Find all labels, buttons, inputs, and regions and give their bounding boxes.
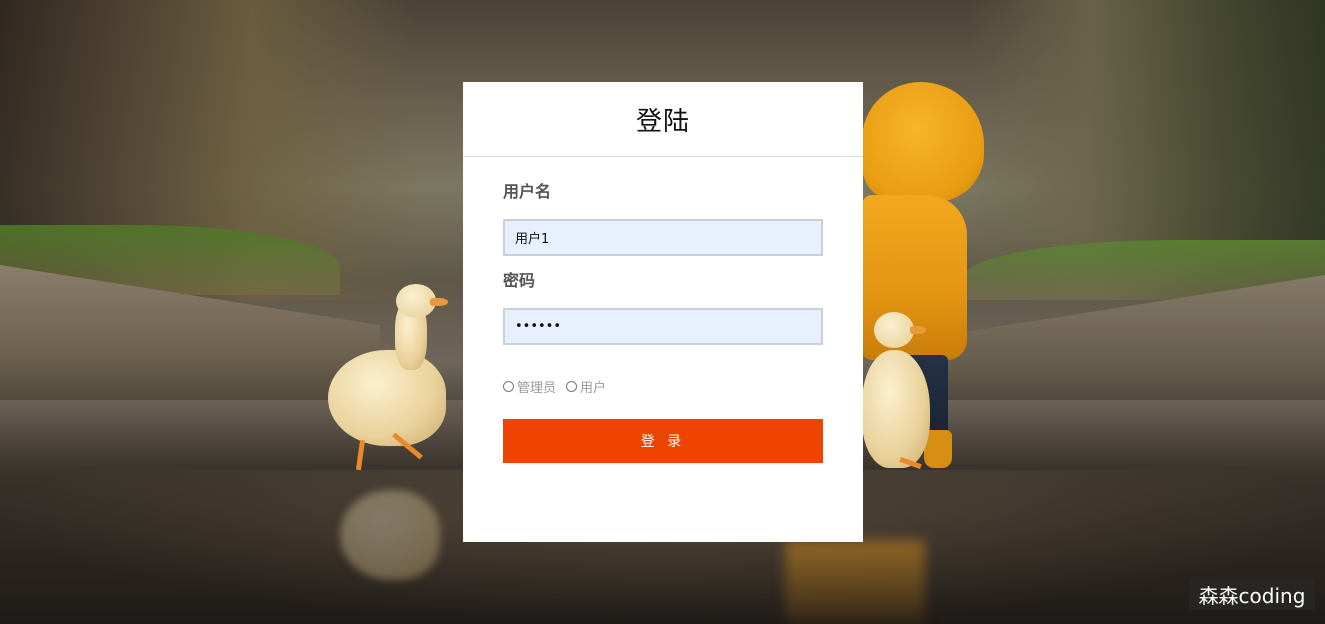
duck-right-head	[874, 312, 914, 348]
login-submit-button[interactable]: 登 录	[503, 419, 823, 463]
child-reflection	[785, 540, 925, 624]
radio-circle-icon[interactable]	[503, 380, 514, 392]
duck-left-reflection	[340, 490, 440, 580]
role-label-user: 用户	[580, 380, 607, 396]
child-hat	[862, 82, 984, 202]
role-label-admin: 管理员	[517, 380, 557, 396]
duck-left-body	[328, 350, 446, 446]
login-card: 登陆 用户名 密码 管理员 用户 登 录	[463, 82, 863, 542]
password-label: 密码	[503, 271, 536, 290]
role-option-user[interactable]: 用户	[566, 377, 606, 396]
duck-right-beak	[910, 326, 926, 334]
login-form: 用户名 密码 管理员 用户 登 录	[463, 181, 863, 463]
radio-circle-icon[interactable]	[566, 380, 578, 392]
role-radio-group: 管理员 用户	[503, 377, 823, 396]
login-card-header: 登陆	[463, 82, 863, 157]
password-input[interactable]	[503, 308, 823, 345]
username-label: 用户名	[503, 182, 552, 201]
duck-left-beak	[430, 298, 448, 306]
role-option-admin[interactable]: 管理员	[503, 377, 556, 396]
watermark-badge: 森森coding	[1189, 578, 1315, 610]
login-title: 登陆	[635, 106, 690, 137]
duck-right-body	[862, 350, 930, 468]
username-input[interactable]	[503, 219, 823, 256]
